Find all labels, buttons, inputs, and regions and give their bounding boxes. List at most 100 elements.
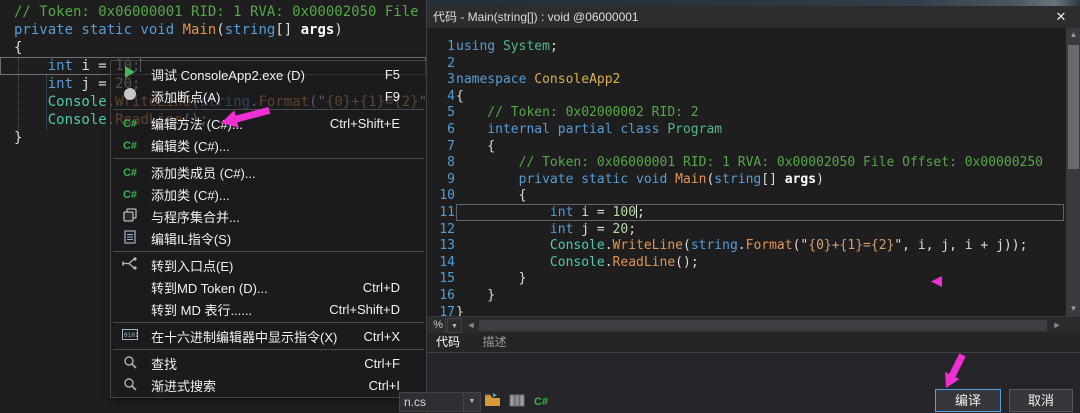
- empty-icon: [117, 301, 143, 317]
- menu-item-label: 调试 ConsoleApp2.exe (D): [151, 67, 305, 83]
- code-token: 100: [612, 205, 637, 220]
- code-token: j =: [573, 222, 613, 237]
- entry-point-icon: [117, 257, 143, 273]
- menu-item-label: 渐进式搜索: [151, 378, 217, 394]
- open-folder-icon[interactable]: [483, 392, 503, 412]
- tab-code[interactable]: 代码: [427, 333, 469, 352]
- close-icon[interactable]: ✕: [1050, 8, 1072, 26]
- vertical-scrollbar-thumb[interactable]: [1068, 45, 1079, 169]
- code-token: ): [334, 22, 343, 38]
- menu-item-add-breakpoint[interactable]: 添加断点(A) F9: [111, 85, 426, 107]
- code-token: ): [816, 172, 824, 187]
- code-token: }: [14, 130, 23, 146]
- breakpoint-icon: [117, 88, 143, 104]
- menu-separator: [113, 109, 424, 110]
- dialog-footer: n.cs ▼ C# 编译 取消: [399, 353, 1080, 413]
- assembly-references-icon[interactable]: [507, 392, 527, 412]
- csharp-file-icon[interactable]: C#: [531, 392, 551, 412]
- horizontal-scrollbar-thumb[interactable]: [479, 320, 1047, 331]
- zoom-level-combo[interactable]: %: [427, 318, 446, 333]
- line-number: 1: [447, 39, 455, 54]
- code-line[interactable]: // Token: 0x06000001 RID: 1 RVA: 0x00002…: [456, 154, 1064, 171]
- code-token: {: [456, 89, 464, 104]
- menu-item-shortcut: Ctrl+F: [364, 355, 400, 371]
- scroll-down-icon[interactable]: ▼: [1066, 302, 1080, 316]
- code-editor[interactable]: 1 2 3 4 5 6 7 8 9 10 11 12 13 14 15 16 17 using System; n…: [427, 28, 1080, 316]
- menu-item-label: 编辑方法 (C#)...: [151, 116, 243, 132]
- menu-item-go-to-md-table-row[interactable]: 转到 MD 表行...... Ctrl+Shift+D: [111, 298, 426, 320]
- code-line-current[interactable]: int i = 100;: [456, 204, 1064, 221]
- code-token: }: [456, 288, 496, 303]
- line-number: 16: [439, 288, 455, 303]
- menu-item-edit-il-instructions[interactable]: 编辑IL指令(S): [111, 227, 426, 249]
- menu-item-merge-with-assembly[interactable]: 与程序集合并...: [111, 205, 426, 227]
- menu-item-edit-method-csharp[interactable]: C# 编辑方法 (C#)... Ctrl+Shift+E: [111, 112, 426, 134]
- menu-item-go-to-md-token[interactable]: 转到MD Token (D)... Ctrl+D: [111, 276, 426, 298]
- menu-item-add-class-member-csharp[interactable]: C# 添加类成员 (C#)...: [111, 161, 426, 183]
- code-token: args: [300, 22, 335, 38]
- menu-item-shortcut: F9: [384, 88, 400, 104]
- scroll-right-icon[interactable]: ►: [1051, 319, 1063, 332]
- cancel-button[interactable]: 取消: [1009, 389, 1073, 412]
- code-line[interactable]: using System;: [456, 38, 1064, 55]
- menu-item-edit-class-csharp[interactable]: C# 编辑类 (C#)...: [111, 134, 426, 156]
- left-code-line[interactable]: private static void Main(string[] args): [0, 21, 426, 39]
- menu-item-label: 编辑类 (C#)...: [151, 138, 230, 154]
- code-token: private static void: [456, 172, 676, 187]
- line-number: 12: [439, 222, 455, 237]
- code-token: Main: [675, 172, 707, 187]
- code-line[interactable]: // Token: 0x02000002 RID: 2: [456, 104, 1064, 121]
- menu-item-label: 转到MD Token (D)...: [151, 280, 268, 296]
- menu-item-debug-console-app[interactable]: 调试 ConsoleApp2.exe (D) F5: [111, 63, 426, 85]
- tab-description[interactable]: 描述: [473, 333, 515, 352]
- code-line[interactable]: namespace ConsoleApp2: [456, 71, 1064, 88]
- code-line[interactable]: int j = 20;: [456, 221, 1064, 238]
- code-token: .: [604, 255, 613, 270]
- menu-item-incremental-search[interactable]: 渐进式搜索 Ctrl+I: [111, 374, 426, 396]
- svg-text:0101: 0101: [124, 332, 138, 339]
- hex-editor-icon: 0101: [117, 328, 143, 344]
- menu-separator: [113, 322, 424, 323]
- code-token: string: [714, 172, 762, 187]
- code-line[interactable]: }: [456, 270, 1064, 287]
- code-line[interactable]: {: [456, 187, 1064, 204]
- compile-button[interactable]: 编译: [935, 389, 1001, 412]
- scroll-up-icon[interactable]: ▲: [1066, 28, 1080, 42]
- zoom-combo-dropdown-icon[interactable]: ▼: [447, 318, 462, 333]
- code-line[interactable]: Console.ReadLine();: [456, 254, 1064, 271]
- code-line[interactable]: {: [456, 138, 1064, 155]
- code-token: (: [216, 22, 225, 38]
- menu-item-shortcut: Ctrl+X: [363, 328, 400, 344]
- menu-item-shortcut: Ctrl+Shift+E: [329, 115, 400, 131]
- code-token: .: [604, 238, 613, 253]
- code-token: {: [14, 40, 23, 56]
- code-line[interactable]: {: [456, 88, 1064, 105]
- menu-item-go-to-entry-point[interactable]: 转到入口点(E): [111, 254, 426, 276]
- scroll-left-icon[interactable]: ◄: [465, 319, 477, 332]
- horizontal-scrollbar-row: % ▼ ◄ ►: [427, 316, 1080, 333]
- code-token: (": [792, 238, 809, 253]
- code-token: j =: [73, 76, 116, 92]
- code-line[interactable]: private static void Main(string[] args): [456, 171, 1064, 188]
- code-line[interactable]: [456, 55, 1064, 72]
- menu-item-shortcut: F5: [384, 66, 400, 82]
- code-token: {0}+{1}={2}: [808, 238, 895, 253]
- menu-item-show-instruction-in-hex-editor[interactable]: 0101 在十六进制编辑器中显示指令(X) Ctrl+X: [111, 325, 426, 347]
- left-code-line[interactable]: {: [0, 39, 426, 57]
- vertical-scrollbar[interactable]: ▲ ▼: [1066, 28, 1080, 316]
- line-number: 10: [439, 188, 455, 203]
- menu-item-shortcut: Ctrl+D: [362, 279, 400, 295]
- file-combo-dropdown-icon[interactable]: ▼: [463, 393, 480, 411]
- code-line[interactable]: internal partial class Program: [456, 121, 1064, 138]
- menu-item-label: 与程序集合并...: [151, 209, 240, 225]
- indent-guide: [46, 76, 47, 130]
- menu-item-add-class-csharp[interactable]: C# 添加类 (C#)...: [111, 183, 426, 205]
- left-code-line[interactable]: // Token: 0x06000001 RID: 1 RVA: 0x00002…: [0, 3, 426, 21]
- code-token: // Token: 0x02000002 RID: 2: [456, 105, 699, 120]
- code-line[interactable]: }: [456, 304, 1064, 316]
- code-line[interactable]: }: [456, 287, 1064, 304]
- menu-item-find[interactable]: 查找 Ctrl+F: [111, 352, 426, 374]
- code-line[interactable]: Console.WriteLine(string.Format("{0}+{1}…: [456, 237, 1064, 254]
- file-combo[interactable]: n.cs ▼: [399, 392, 481, 412]
- code-token: []: [275, 22, 301, 38]
